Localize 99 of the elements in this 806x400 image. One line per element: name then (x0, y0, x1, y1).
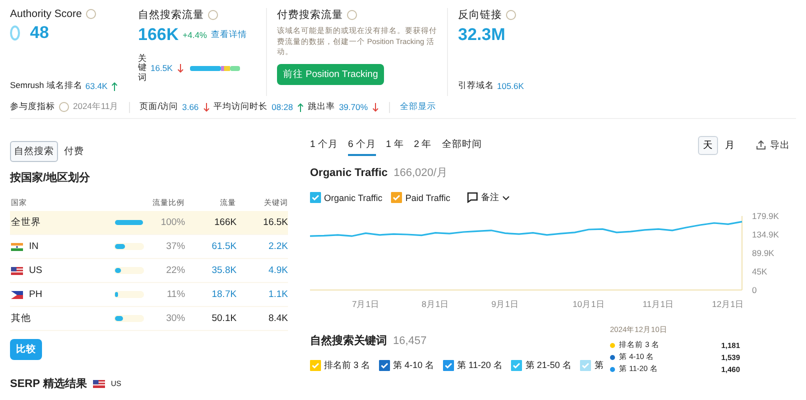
referring-domains-value[interactable]: 105.6K (497, 81, 524, 91)
info-icon[interactable] (86, 9, 96, 19)
country-name: PH (29, 289, 42, 300)
export-icon (756, 140, 766, 150)
legend-label: 第 4-10 名 (393, 359, 434, 372)
table-cell[interactable]: 35.8K (185, 265, 237, 276)
metric-label: 平均访问时长 (214, 101, 268, 113)
section-title: SERP 精选结果 (10, 376, 87, 391)
metric-label: Authority Score (10, 8, 82, 20)
granularity-toggle[interactable]: 月 (720, 136, 740, 154)
metric-value: 39.70% (338, 102, 368, 112)
axis-label: 89.9K (752, 248, 774, 258)
metric-value: 3.66 (182, 102, 199, 112)
country-name: 其他 (11, 312, 31, 325)
section-title: 自然搜索关键词 (310, 334, 387, 348)
country-name: 全世界 (11, 216, 41, 229)
compare-button[interactable]: 比较 (10, 339, 42, 360)
period-tab[interactable]: 1 个月 (310, 134, 338, 156)
period-tab[interactable]: 2 年 (414, 134, 432, 156)
table-cell-text: 8.4K (267, 313, 288, 324)
info-icon[interactable] (208, 10, 218, 20)
metric-label: 页面/访问 (140, 101, 178, 113)
country-name: US (29, 265, 42, 276)
info-icon[interactable] (59, 102, 69, 112)
axis-label: 179.9K (752, 212, 779, 221)
legend-label: Paid Traffic (405, 192, 450, 202)
metric-label: 自然搜索流量 (138, 8, 204, 22)
notes-dropdown[interactable]: 备注 (467, 191, 510, 204)
period-tab[interactable]: 全部时间 (442, 134, 482, 156)
flag-icon (11, 266, 23, 274)
axis-label: 45K (752, 266, 768, 276)
axis-label: 0 (752, 285, 757, 295)
axis-label: 9月1日 (491, 299, 519, 309)
engagement-date: 2024年11月 (73, 101, 119, 113)
period-tab[interactable]: 6 个月 (348, 134, 376, 156)
legend-label: 第 (594, 359, 604, 372)
metric-value: 48 (30, 23, 49, 43)
table-cell-text: 37% (165, 241, 186, 252)
table-cell-text: 166K (213, 217, 237, 228)
distribution-bar (190, 66, 240, 71)
legend-label: Organic Traffic (324, 192, 382, 202)
table-cell[interactable]: 18.7K (185, 289, 237, 300)
table-cell-text: 11% (166, 289, 186, 300)
keywords-value[interactable]: 16.5K (150, 63, 173, 74)
period-tab[interactable]: 1 年 (386, 134, 404, 156)
legend-checkbox[interactable] (391, 192, 402, 203)
legend-checkbox[interactable] (511, 360, 522, 371)
axis-label: 134.9K (752, 230, 779, 240)
legend-label: 第 21-50 名 (525, 359, 572, 372)
metric-value: 32.3M (458, 25, 506, 45)
table-cell[interactable]: 4.9K (236, 265, 288, 276)
flag-icon (11, 242, 23, 250)
traffic-value: 166,020/月 (394, 166, 448, 180)
legend-checkbox[interactable] (310, 192, 321, 203)
chevron-down-icon (502, 194, 510, 200)
referring-domains-label: 引荐域名 (458, 80, 494, 92)
change-value: +4.4% (182, 30, 207, 40)
legend-checkbox[interactable] (379, 360, 390, 371)
axis-label: 11月1日 (642, 299, 674, 309)
source-tab[interactable]: 付费 (60, 141, 88, 162)
chart-title: Organic Traffic (310, 167, 388, 179)
axis-label: 8月1日 (422, 299, 450, 309)
table-cell-text: 100% (160, 217, 186, 228)
table-cell-text: 16.5K (262, 217, 288, 228)
details-link[interactable]: 查看详情 (210, 29, 247, 41)
metric-label: 付费搜索流量 (277, 8, 343, 22)
info-icon[interactable] (506, 10, 516, 20)
table-cell[interactable]: 2.2K (236, 241, 288, 252)
country-name: IN (29, 241, 38, 252)
metric-value: 08:28 (272, 102, 293, 112)
keywords-label: 关键词 (138, 54, 146, 82)
info-icon[interactable] (347, 10, 357, 20)
table-cell-text: 50.1K (210, 313, 237, 324)
axis-label: 12月1日 (712, 299, 744, 309)
section-title: 按国家/地区划分 (10, 170, 92, 185)
table-cell[interactable]: 61.5K (185, 241, 237, 252)
table-cell-text: 30% (165, 313, 186, 324)
legend-label: 排名前 3 名 (324, 359, 370, 372)
metric-value: 166K (138, 25, 179, 45)
flag-icon (92, 380, 105, 388)
engagement-label: 参与度指标 (10, 101, 55, 113)
legend-label: 第 11-20 名 (457, 359, 502, 372)
comment-icon (467, 192, 478, 203)
table-cell-text: 22% (165, 265, 186, 276)
axis-label: 7月1日 (352, 299, 380, 309)
export-button[interactable]: 导出 (750, 138, 796, 152)
keywords-count: 16,457 (393, 335, 427, 347)
rank-value[interactable]: 63.4K (85, 81, 108, 91)
show-all-link[interactable]: 全部显示 (400, 101, 436, 113)
granularity-toggle[interactable]: 天 (698, 136, 718, 154)
axis-label: 10月1日 (572, 299, 605, 309)
metric-label: 反向链接 (458, 8, 502, 22)
rank-label: Semrush 域名排名 (10, 80, 82, 92)
position-tracking-button[interactable]: 前往 Position Tracking (277, 64, 384, 84)
table-cell[interactable]: 1.1K (236, 289, 288, 300)
flag-icon (11, 290, 23, 298)
legend-checkbox[interactable] (443, 360, 454, 371)
source-tab[interactable]: 自然搜索 (10, 141, 58, 162)
metric-label: 跳出率 (308, 101, 335, 113)
